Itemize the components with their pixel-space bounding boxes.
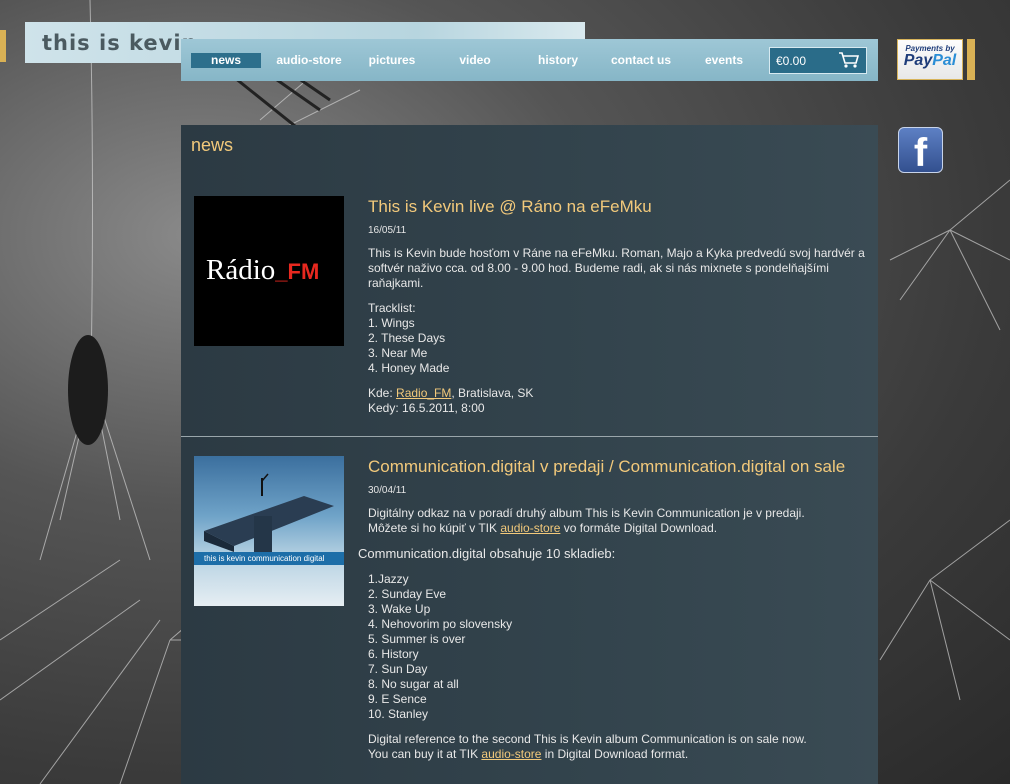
- cart-icon: [839, 52, 860, 68]
- track-item: 4. Nehovorim po slovensky: [368, 617, 513, 631]
- post-divider: [181, 436, 878, 437]
- tracklist-label: Tracklist:: [368, 301, 416, 315]
- track-item: 3. Near Me: [368, 346, 428, 360]
- event-time: Kedy: 16.5.2011, 8:00: [368, 401, 485, 415]
- post-body-en: You can buy it at TIK audio-store in Dig…: [368, 747, 689, 761]
- post-thumbnail-album[interactable]: this is kevin communication digital: [194, 456, 344, 606]
- album-cover-art: [204, 473, 334, 552]
- track-item: 4. Honey Made: [368, 361, 450, 375]
- track-item: 3. Wake Up: [368, 602, 431, 616]
- track-item: 1.Jazzy: [368, 572, 409, 586]
- audio-store-link[interactable]: audio-store: [481, 747, 541, 761]
- radio-fm-link[interactable]: Radio_FM: [396, 386, 451, 400]
- post-title[interactable]: This is Kevin live @ Ráno na eFeMku: [368, 197, 652, 217]
- track-item: 10. Stanley: [368, 707, 429, 721]
- album-title-band: this is kevin communication digital: [194, 552, 344, 565]
- track-item: 1. Wings: [368, 316, 415, 330]
- nav-history[interactable]: history: [523, 53, 593, 67]
- track-item: 2. Sunday Eve: [368, 587, 447, 601]
- post-date: 30/04/11: [368, 485, 407, 496]
- cart-button[interactable]: €0.00: [769, 47, 867, 74]
- post-body: This is Kevin bude hosťom v Ráne na eFeM…: [368, 246, 865, 290]
- post-body: Digitálny odkaz na v poradí druhý album …: [368, 506, 805, 520]
- post-title[interactable]: Communication.digital v predaji / Commun…: [368, 457, 845, 477]
- track-count: Communication.digital obsahuje 10 skladi…: [358, 546, 616, 561]
- nav-news[interactable]: news: [191, 53, 261, 68]
- left-edge-accent: [0, 30, 6, 62]
- post-date: 16/05/11: [368, 225, 407, 236]
- nav-video[interactable]: video: [440, 53, 510, 67]
- nav-audio-store[interactable]: audio-store: [274, 53, 344, 67]
- audio-store-link[interactable]: audio-store: [500, 521, 560, 535]
- track-item: 8. No sugar at all: [368, 677, 459, 691]
- nav-contact-us[interactable]: contact us: [606, 53, 676, 67]
- track-item: 5. Summer is over: [368, 632, 466, 646]
- track-item: 7. Sun Day: [368, 662, 428, 676]
- paypal-logo: PayPal: [903, 52, 957, 69]
- right-edge-accent: [967, 39, 975, 80]
- cart-total: €0.00: [776, 54, 807, 68]
- event-location: Kde: Radio_FM, Bratislava, SK: [368, 386, 534, 400]
- news-panel: news Rádio_FM This is Kevin live @ Ráno …: [181, 125, 878, 784]
- track-item: 6. History: [368, 647, 419, 661]
- facebook-icon[interactable]: f: [898, 127, 943, 173]
- track-item: 9. E Sence: [368, 692, 427, 706]
- nav-pictures[interactable]: pictures: [357, 53, 427, 67]
- post-body: Môžete si ho kúpiť v TIK audio-store vo …: [368, 521, 718, 535]
- post-body-en: Digital reference to the second This is …: [368, 732, 807, 746]
- nav-events[interactable]: events: [689, 53, 759, 67]
- radio-fm-logo: Rádio_FM: [206, 254, 320, 286]
- track-item: 2. These Days: [368, 331, 446, 345]
- post-thumbnail-radio-fm[interactable]: Rádio_FM: [194, 196, 344, 346]
- page-title: news: [191, 135, 234, 155]
- site-logo[interactable]: this is kevin: [42, 31, 198, 55]
- paypal-badge[interactable]: Payments by PayPal: [897, 39, 963, 80]
